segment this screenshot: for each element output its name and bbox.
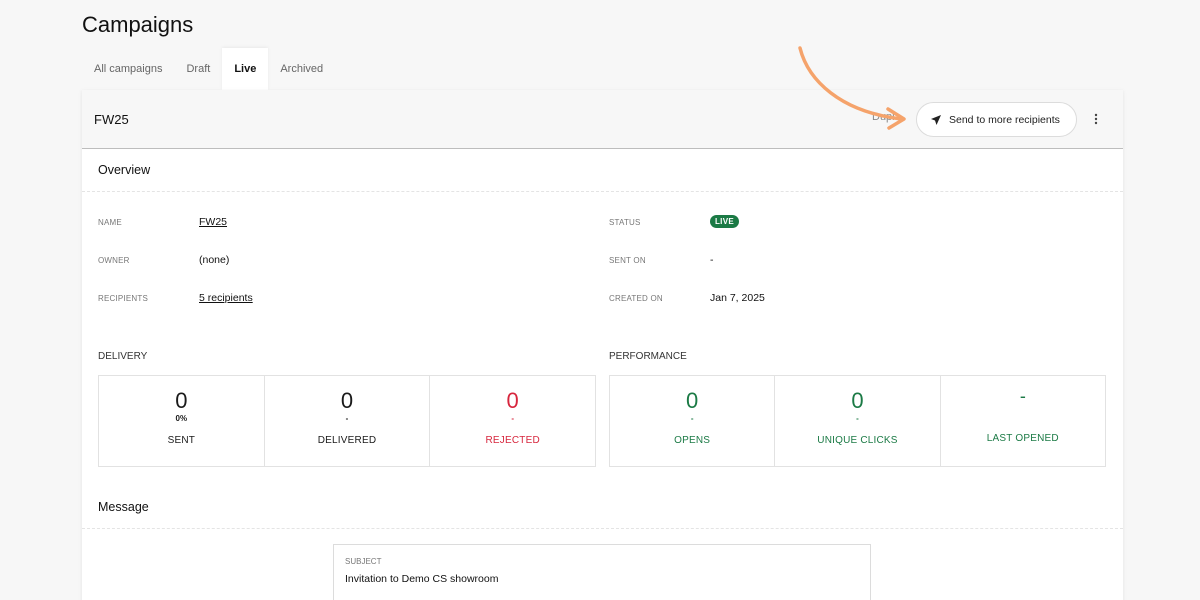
opens-label: OPENS (674, 435, 711, 446)
subject-value: Invitation to Demo CS showroom (345, 573, 499, 585)
more-options-button[interactable] (1088, 108, 1104, 130)
delivered-sub: - (345, 414, 349, 423)
vertical-dots-icon (1094, 113, 1098, 125)
unique-clicks-label: UNIQUE CLICKS (817, 435, 898, 446)
subject-label: SUBJECT (345, 557, 382, 566)
message-title: Message (98, 500, 149, 514)
tab-live[interactable]: Live (222, 48, 269, 90)
stat-sent: 0 0% SENT (99, 376, 265, 466)
campaign-title: FW25 (94, 111, 129, 127)
delivery-stats: 0 0% SENT 0 - DELIVERED 0 - REJECTED (98, 375, 596, 467)
owner-value: (none) (199, 254, 230, 266)
sent-on-value: - (710, 254, 714, 266)
opens-sub: - (690, 414, 694, 423)
stat-unique-clicks: 0 - UNIQUE CLICKS (775, 376, 941, 466)
sent-count: 0 (175, 388, 188, 413)
campaign-card: FW25 Dupl Send to more recipients Overvi… (82, 90, 1123, 600)
status-label: STATUS (609, 218, 641, 227)
stat-delivered: 0 - DELIVERED (265, 376, 431, 466)
name-label: NAME (98, 218, 122, 227)
rejected-sub: - (511, 414, 515, 423)
campaign-tabs: All campaigns Draft Live Archived (82, 48, 335, 90)
overview-section-header: Overview (82, 149, 1123, 192)
sent-percent: 0% (175, 414, 188, 423)
performance-stats: 0 - OPENS 0 - UNIQUE CLICKS - LAST OPENE… (609, 375, 1106, 467)
send-to-more-recipients-button[interactable]: Send to more recipients (916, 102, 1077, 137)
campaign-header: FW25 Dupl Send to more recipients (82, 90, 1123, 149)
curved-arrow-icon (798, 46, 906, 130)
paper-plane-icon (931, 114, 941, 125)
sent-on-label: SENT ON (609, 256, 646, 265)
tab-all-campaigns[interactable]: All campaigns (82, 48, 174, 90)
recipients-link[interactable]: 5 recipients (199, 292, 253, 304)
owner-label: OWNER (98, 256, 130, 265)
tab-draft[interactable]: Draft (174, 48, 222, 90)
page-title: Campaigns (82, 12, 194, 37)
stat-last-opened: - LAST OPENED (941, 376, 1105, 466)
last-opened-value: - (1019, 386, 1026, 406)
tab-archived[interactable]: Archived (268, 48, 335, 90)
status-badge: LIVE (710, 215, 739, 228)
rejected-count: 0 (506, 388, 519, 413)
created-on-value: Jan 7, 2025 (710, 292, 765, 304)
delivery-title: DELIVERY (98, 351, 148, 362)
sent-label: SENT (167, 435, 196, 446)
unique-clicks-count: 0 (851, 388, 864, 413)
stat-opens: 0 - OPENS (610, 376, 776, 466)
opens-count: 0 (686, 388, 699, 413)
delivered-label: DELIVERED (317, 435, 377, 446)
recipients-label: RECIPIENTS (98, 294, 149, 303)
subject-box: SUBJECT Invitation to Demo CS showroom (333, 544, 871, 600)
overview-fields: NAME FW25 OWNER (none) RECIPIENTS 5 reci… (82, 192, 1123, 342)
created-on-label: CREATED ON (609, 294, 663, 303)
rejected-label: REJECTED (485, 435, 540, 446)
name-value[interactable]: FW25 (199, 216, 227, 228)
overview-title: Overview (98, 163, 151, 177)
stat-rejected: 0 - REJECTED (430, 376, 595, 466)
message-divider (82, 528, 1123, 529)
send-button-label: Send to more recipients (949, 113, 1060, 126)
performance-title: PERFORMANCE (609, 351, 687, 362)
unique-clicks-sub: - (856, 414, 859, 423)
last-opened-label: LAST OPENED (986, 433, 1059, 444)
delivered-count: 0 (340, 388, 354, 413)
